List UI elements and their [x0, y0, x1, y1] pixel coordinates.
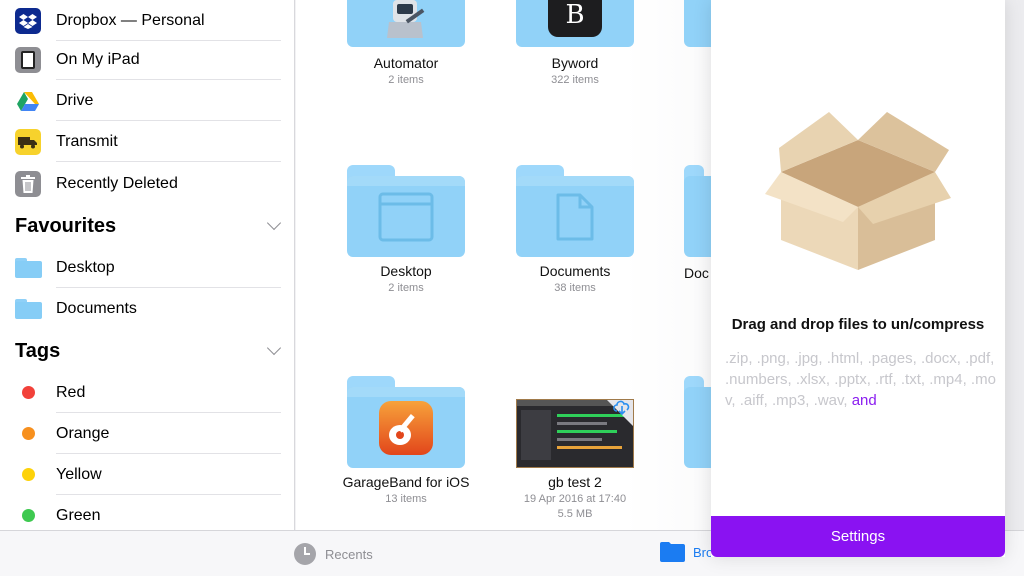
tags-header[interactable]: Tags: [15, 336, 285, 366]
garageband-guitar-icon: [379, 401, 433, 455]
favourites-header[interactable]: Favourites: [15, 211, 285, 241]
folder-partial-row3[interactable]: [684, 376, 714, 468]
document-icon: [556, 193, 594, 241]
orange-tag-dot-icon: [15, 421, 41, 447]
trash-icon: [15, 170, 41, 197]
file-name: Doc: [684, 265, 709, 281]
sidebar-item-tag-red[interactable]: Red: [0, 372, 295, 413]
sidebar-item-drive[interactable]: Drive: [0, 80, 295, 121]
formats-more-link[interactable]: and: [852, 392, 877, 409]
folder-desktop[interactable]: Desktop 2 items: [316, 165, 496, 296]
sidebar-item-label: Green: [56, 506, 101, 524]
section-title: Favourites: [15, 214, 117, 237]
sidebar-item-label: Documents: [56, 299, 137, 317]
file-meta: 2 items: [388, 74, 424, 86]
sidebar-item-label: Dropbox — Personal: [56, 11, 205, 29]
file-name: Byword: [551, 55, 599, 71]
green-tag-dot-icon: [15, 503, 41, 529]
chevron-down-icon[interactable]: [266, 215, 282, 231]
clock-icon: [294, 543, 316, 565]
folder-garageband[interactable]: GarageBand for iOS 13 items: [316, 376, 496, 507]
file-name: GarageBand for iOS: [342, 474, 470, 490]
sidebar-item-tag-yellow[interactable]: Yellow: [0, 454, 295, 495]
folder-icon: [15, 296, 42, 322]
file-meta: 2 items: [388, 282, 424, 294]
sidebar-item-on-my-ipad[interactable]: On My iPad: [0, 39, 295, 80]
sidebar-item-label: Transmit: [56, 132, 118, 150]
sidebar-item-label: Drive: [56, 91, 94, 109]
tab-recents[interactable]: Recents: [293, 542, 373, 566]
sidebar: Dropbox — Personal On My iPad Drive Tran…: [0, 0, 295, 530]
automator-robot-icon: [387, 0, 425, 38]
file-name: Desktop: [380, 263, 432, 279]
sidebar-item-tag-orange[interactable]: Orange: [0, 413, 295, 454]
file-name: Automator: [373, 55, 439, 71]
folder-documents[interactable]: Documents 38 items: [485, 165, 665, 296]
divider: [56, 161, 281, 162]
sidebar-item-label: Yellow: [56, 465, 102, 483]
file-size: 5.5 MB: [557, 508, 593, 520]
sidebar-item-label: On My iPad: [56, 50, 140, 68]
section-title: Tags: [15, 339, 61, 362]
file-meta: 38 items: [554, 282, 596, 294]
file-meta: 19 Apr 2016 at 17:40: [523, 493, 627, 505]
file-name: gb test 2: [548, 474, 602, 490]
transmit-truck-icon: [15, 128, 41, 155]
sidebar-item-desktop[interactable]: Desktop: [0, 247, 295, 288]
sidebar-item-documents[interactable]: Documents: [0, 288, 295, 329]
compress-drop-panel[interactable]: Drag and drop files to un/compress .zip,…: [711, 0, 1005, 557]
folder-icon: B: [516, 0, 634, 47]
sidebar-item-label: Desktop: [56, 258, 115, 276]
drop-heading: Drag and drop files to un/compress: [731, 316, 985, 333]
cloud-download-icon[interactable]: [612, 399, 632, 415]
file-thumbnail: [516, 376, 634, 468]
desktop-window-icon: [378, 192, 434, 242]
file-meta: 322 items: [551, 74, 599, 86]
folder-partial[interactable]: [684, 0, 714, 47]
sidebar-item-label: Recently Deleted: [56, 174, 178, 192]
red-tag-dot-icon: [15, 380, 41, 406]
yellow-tag-dot-icon: [15, 462, 41, 488]
folder-icon: [347, 376, 465, 468]
folder-automator[interactable]: Automator 2 items: [316, 0, 496, 88]
sidebar-item-label: Orange: [56, 424, 110, 442]
file-gb-test-2[interactable]: gb test 2 19 Apr 2016 at 17:40 5.5 MB: [485, 376, 665, 522]
folder-icon: [516, 165, 634, 257]
tab-label: Recents: [325, 546, 373, 562]
folder-byword[interactable]: B Byword 322 items: [485, 0, 665, 88]
folder-icon: [15, 255, 42, 281]
sidebar-item-transmit[interactable]: Transmit: [0, 121, 295, 162]
file-name: Documents: [539, 263, 611, 279]
ipad-icon: [15, 46, 41, 73]
folder-icon: [347, 0, 465, 47]
supported-formats: .zip, .png, .jpg, .html, .pages, .docx, …: [725, 348, 997, 411]
file-meta: 13 items: [385, 493, 427, 505]
chevron-down-icon[interactable]: [266, 340, 282, 356]
folder-icon: [660, 542, 685, 562]
sidebar-item-recently-deleted[interactable]: Recently Deleted: [0, 163, 295, 204]
settings-button[interactable]: Settings: [711, 516, 1005, 557]
folder-icon: [347, 165, 465, 257]
sidebar-item-label: Red: [56, 383, 86, 401]
cardboard-box-icon: [765, 112, 951, 270]
byword-b-icon: B: [548, 0, 602, 37]
sidebar-item-dropbox[interactable]: Dropbox — Personal: [0, 0, 295, 41]
google-drive-icon: [15, 87, 41, 114]
dropbox-icon: [15, 7, 41, 34]
